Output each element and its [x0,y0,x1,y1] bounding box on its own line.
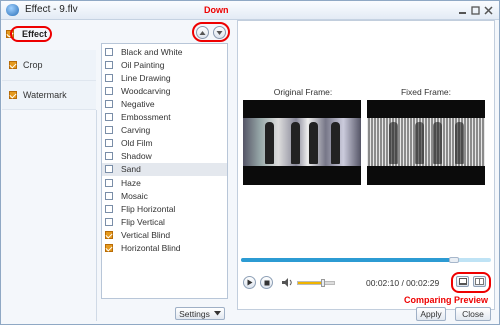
stop-button[interactable] [260,276,273,289]
close-window-button[interactable] [483,5,493,15]
effect-checkbox[interactable] [105,165,113,174]
original-frame-image [243,118,361,166]
close-icon [483,5,493,15]
split-view-icon [475,278,484,285]
sidebar-item-label: Crop [23,60,43,70]
effect-label: Line Drawing [121,72,171,83]
down-annotation: Down [204,5,229,15]
effect-label: Sand [121,164,141,175]
comparing-preview-button[interactable] [473,276,486,287]
volume-slider[interactable] [297,279,335,287]
progress-handle[interactable] [448,257,459,263]
effect-checkbox[interactable] [105,126,113,135]
list-item[interactable]: Flip Vertical [102,215,227,228]
progress-fill [241,258,454,262]
sidebar-item-label: Watermark [23,90,67,100]
effect-checkbox[interactable] [105,204,113,213]
sidebar-item-crop[interactable]: Crop [2,50,96,81]
watermark-checkbox[interactable] [9,91,17,99]
effect-list: Black and White Oil Painting Line Drawing W… [101,43,228,299]
arrow-down-icon [216,30,223,35]
maximize-button[interactable] [470,5,480,15]
minimize-button[interactable] [457,5,467,15]
effect-label: Vertical Blind [121,229,171,240]
sidebar-blank [2,110,97,321]
settings-button[interactable]: Settings [175,307,225,320]
effect-label: Oil Painting [121,59,165,70]
fixed-frame-caption: Fixed Frame: [400,87,452,97]
window-title: Effect - 9.flv [25,4,78,15]
list-item[interactable]: Carving [102,124,227,137]
stop-icon [264,280,269,285]
effect-label: Horizontal Blind [121,243,181,253]
effect-checkbox[interactable] [105,73,113,82]
time-display: 00:02:10 / 00:02:29 [366,278,440,288]
list-item[interactable]: Oil Painting [102,58,227,71]
effect-label: Black and White [121,46,183,57]
app-icon [6,4,19,16]
play-button[interactable] [243,276,256,289]
apply-button[interactable]: Apply [416,307,446,321]
effect-label: Shadow [121,151,152,162]
effect-label: Embossment [121,112,171,122]
list-item[interactable]: Black and White [102,45,227,58]
list-item[interactable]: Flip Horizontal [102,202,227,215]
list-item[interactable]: Shadow [102,150,227,163]
list-item[interactable]: Horizontal Blind [102,242,227,255]
play-icon [247,279,252,286]
original-frame-caption: Original Frame: [273,87,333,97]
list-item[interactable]: Line Drawing [102,71,227,84]
effect-checkbox[interactable] [105,178,113,187]
effect-label: Negative [121,98,155,109]
effect-checkbox[interactable] [105,217,113,226]
move-up-button[interactable] [196,26,209,39]
list-item[interactable]: Old Film [102,137,227,150]
maximize-icon [470,5,480,15]
effect-checkbox[interactable] [105,99,113,108]
effect-label: Flip Horizontal [121,203,176,214]
effect-checkbox[interactable] [105,139,113,148]
effect-annotation-ring [10,26,52,42]
list-item[interactable]: Vertical Blind [102,228,227,241]
effect-checkbox[interactable] [105,230,113,239]
single-preview-button[interactable] [456,276,469,287]
sidebar-item-watermark[interactable]: Watermark [2,81,96,110]
effect-checkbox[interactable] [105,47,113,56]
volume-handle[interactable] [321,279,326,287]
effect-checkbox[interactable] [105,152,113,161]
list-item[interactable]: Negative [102,97,227,110]
arrow-up-icon [199,30,206,35]
settings-label: Settings [179,308,210,319]
chevron-down-icon [213,311,221,316]
fixed-frame [367,100,485,185]
title-bar: Effect - 9.flv [1,1,499,20]
close-button[interactable]: Close [455,307,491,321]
effect-checkbox[interactable] [105,244,113,252]
effect-label: Old Film [121,138,153,149]
effect-label: Woodcarving [121,85,171,96]
playback-progress-bar[interactable] [241,257,491,263]
effect-checkbox[interactable] [105,86,113,95]
effect-label: Carving [121,125,151,136]
single-view-icon [458,278,467,285]
fixed-frame-image [367,118,485,166]
volume-fill [298,282,324,284]
effect-label: Mosaic [121,190,148,201]
effect-checkbox[interactable] [105,191,113,200]
comparing-preview-annotation: Comparing Preview [404,295,489,305]
effect-label: Haze [121,177,141,188]
original-frame [243,100,361,185]
effect-checkbox[interactable] [105,60,113,69]
list-item[interactable]: Woodcarving [102,84,227,97]
list-item[interactable]: Sand [102,162,227,176]
list-item[interactable]: Mosaic [102,189,227,202]
move-down-button[interactable] [213,26,226,39]
effect-checkbox[interactable] [105,113,113,121]
volume-icon[interactable] [282,278,293,289]
list-item[interactable]: Haze [102,176,227,189]
list-item[interactable]: Embossment [102,111,227,124]
crop-checkbox[interactable] [9,61,17,69]
minimize-icon [458,11,466,14]
effect-label: Flip Vertical [121,216,165,227]
